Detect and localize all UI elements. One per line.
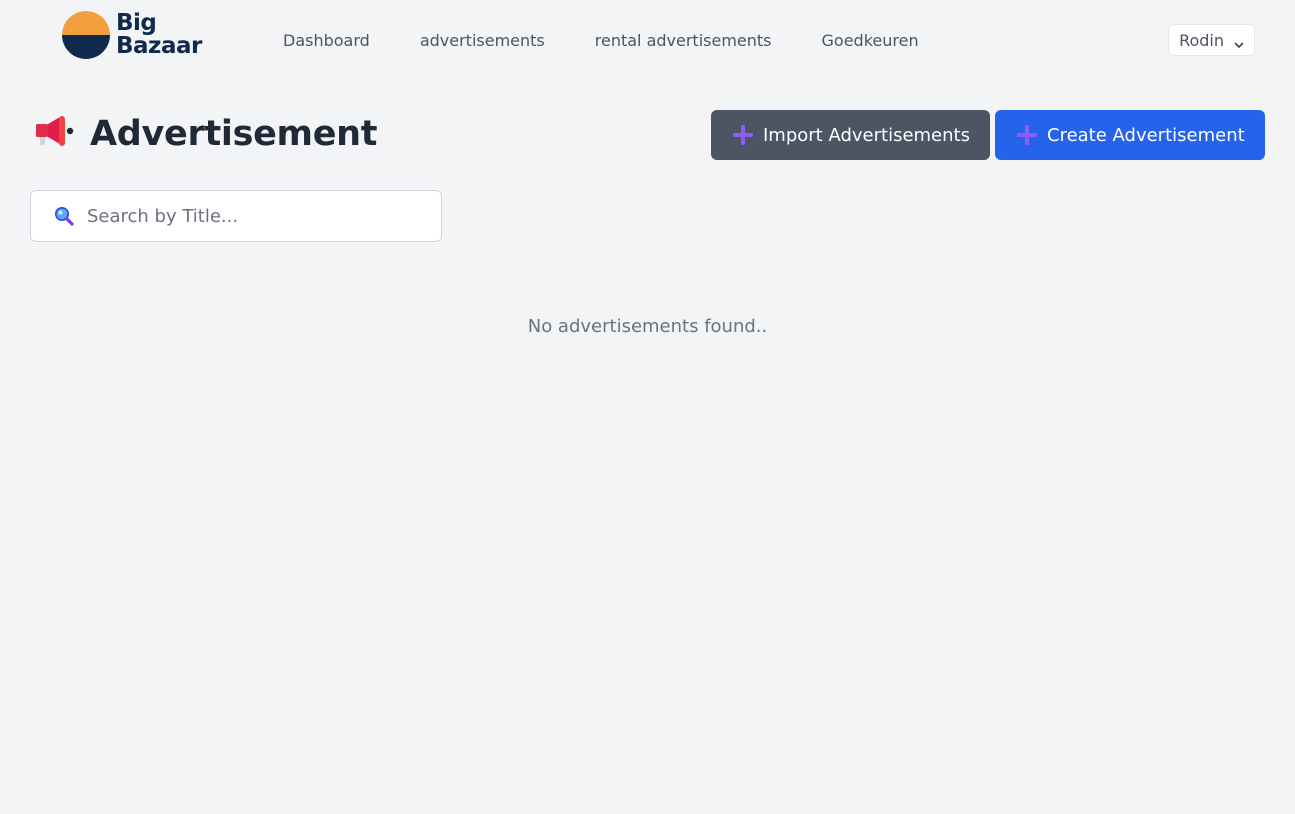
page-header: Advertisement xyxy=(34,113,378,155)
nav-item-rental-advertisements[interactable]: rental advertisements xyxy=(595,31,772,50)
brand-name: Big Bazaar xyxy=(116,12,202,58)
brand-line-2: Bazaar xyxy=(116,33,202,59)
brand-line-1: Big xyxy=(116,10,157,36)
user-name: Rodin xyxy=(1179,30,1224,50)
brand-logo[interactable]: Big Bazaar xyxy=(62,11,202,59)
create-button-label: Create Advertisement xyxy=(1047,124,1245,146)
search-input[interactable] xyxy=(85,204,405,228)
megaphone-icon xyxy=(34,113,76,155)
search-box xyxy=(30,190,442,242)
import-advertisements-button[interactable]: Import Advertisements xyxy=(711,110,990,160)
chevron-down-icon xyxy=(1234,35,1244,48)
nav-item-goedkeuren[interactable]: Goedkeuren xyxy=(822,31,919,50)
nav-item-advertisements[interactable]: advertisements xyxy=(420,31,545,50)
nav-item-dashboard[interactable]: Dashboard xyxy=(283,31,370,50)
user-menu-dropdown[interactable]: Rodin xyxy=(1168,24,1255,56)
top-header: Big Bazaar Dashboard advertisements rent… xyxy=(0,0,1295,84)
main-nav: Dashboard advertisements rental advertis… xyxy=(283,31,969,50)
magnifier-icon xyxy=(53,205,75,227)
page-title: Advertisement xyxy=(90,114,378,154)
page-actions: Import Advertisements Create Advertiseme… xyxy=(711,110,1265,160)
plus-icon xyxy=(1017,125,1037,145)
plus-icon xyxy=(733,125,753,145)
empty-state-message: No advertisements found.. xyxy=(527,316,768,337)
create-advertisement-button[interactable]: Create Advertisement xyxy=(995,110,1265,160)
import-button-label: Import Advertisements xyxy=(763,124,970,146)
logo-mark-icon xyxy=(62,11,110,59)
